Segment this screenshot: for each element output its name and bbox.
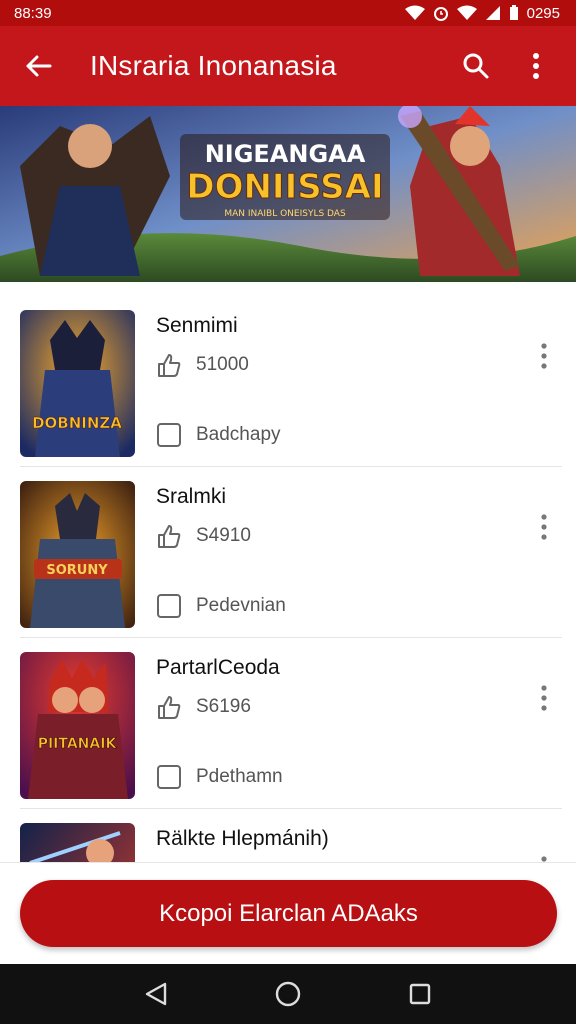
game-thumbnail: PIITANAIK xyxy=(20,652,135,799)
status-time: 88:39 xyxy=(14,4,52,22)
item-title: Senmimi xyxy=(156,314,238,337)
overflow-menu-button[interactable] xyxy=(514,44,558,88)
app-bar: INsraria Inonanasia xyxy=(0,26,576,106)
item-tag: Badchapy xyxy=(156,422,281,448)
nav-recents-button[interactable] xyxy=(400,974,440,1014)
nav-home-button[interactable] xyxy=(268,974,308,1014)
app-title: INsraria Inonanasia xyxy=(90,50,337,81)
thumbnail-text: PIITANAIK xyxy=(38,736,118,752)
like-icon[interactable] xyxy=(156,694,182,720)
item-stat-value: S6196 xyxy=(196,696,251,717)
search-button[interactable] xyxy=(454,44,498,88)
home-circle-icon xyxy=(275,981,301,1007)
status-bar: 88:39 0295 xyxy=(0,0,576,26)
game-thumbnail: SORUNY xyxy=(20,481,135,628)
item-tag-label: Pedevnian xyxy=(196,595,286,616)
item-stat-value: S4910 xyxy=(196,525,251,546)
banner-title-main: DONIISSAI xyxy=(186,167,383,207)
checkbox-icon[interactable] xyxy=(156,422,182,448)
primary-action-button[interactable]: Kcopoi Elarclan ADAaks xyxy=(20,880,557,947)
item-stat: S4910 xyxy=(156,523,251,549)
item-stat: 51000 xyxy=(156,352,249,378)
item-stat-value: 51000 xyxy=(196,354,249,375)
item-title: Sralmki xyxy=(156,485,227,508)
recents-square-icon xyxy=(409,983,431,1005)
back-triangle-icon xyxy=(145,982,167,1006)
item-title: PartarlCeoda xyxy=(156,656,280,679)
thumbnail-text: SORUNY xyxy=(46,563,108,578)
cell-signal-icon xyxy=(485,6,500,20)
item-tag-label: Badchapy xyxy=(196,424,281,445)
list-item[interactable]: SORUNY Sralmki S4910 Pedevnian xyxy=(20,467,562,638)
game-list: DOBNINZA Senmimi 51000 Badchapy SORUNY S… xyxy=(0,296,576,862)
banner-title-top: NIGEANGAA xyxy=(205,140,366,168)
nav-back-button[interactable] xyxy=(136,974,176,1014)
item-title: Rälkte Hlepmánih) xyxy=(156,827,329,850)
more-vert-icon xyxy=(541,343,547,369)
list-item[interactable]: Rälkte Hlepmánih) xyxy=(20,809,562,862)
wifi-icon xyxy=(404,5,425,20)
item-tag: Pdethamn xyxy=(156,764,283,790)
checkbox-icon[interactable] xyxy=(156,593,182,619)
checkbox-icon[interactable] xyxy=(156,764,182,790)
back-arrow-icon xyxy=(26,55,52,77)
game-thumbnail: DOBNINZA xyxy=(20,310,135,457)
like-icon[interactable] xyxy=(156,352,182,378)
item-overflow-button[interactable] xyxy=(532,853,556,862)
system-nav-bar xyxy=(0,964,576,1024)
alarm-icon xyxy=(433,7,448,21)
status-icons: 0295 xyxy=(404,4,560,22)
game-thumbnail xyxy=(20,823,135,862)
list-item[interactable]: DOBNINZA Senmimi 51000 Badchapy xyxy=(20,296,562,467)
like-icon[interactable] xyxy=(156,523,182,549)
back-button[interactable] xyxy=(18,46,58,86)
item-overflow-button[interactable] xyxy=(532,682,556,714)
thumbnail-text: DOBNINZA xyxy=(32,414,122,432)
signal-icon xyxy=(456,5,477,20)
item-tag-label: Pdethamn xyxy=(196,766,283,787)
item-overflow-button[interactable] xyxy=(532,511,556,543)
item-tag: Pedevnian xyxy=(156,593,286,619)
banner-subtitle: MAN INAIBL ONEISYLS DAS xyxy=(224,209,346,219)
promo-banner[interactable]: NIGEANGAA DONIISSAI MAN INAIBL ONEISYLS … xyxy=(0,106,576,282)
item-stat: S6196 xyxy=(156,694,251,720)
banner-artwork: NIGEANGAA DONIISSAI MAN INAIBL ONEISYLS … xyxy=(0,106,576,282)
status-right-text: 0295 xyxy=(526,4,560,22)
battery-icon xyxy=(509,5,518,20)
more-vert-icon xyxy=(541,514,547,540)
item-overflow-button[interactable] xyxy=(532,340,556,372)
more-vert-icon xyxy=(533,53,539,79)
bottom-action-area: Kcopoi Elarclan ADAaks xyxy=(0,862,576,964)
more-vert-icon xyxy=(541,685,547,711)
search-icon xyxy=(463,53,489,79)
list-item[interactable]: PIITANAIK PartarlCeoda S6196 Pdethamn xyxy=(20,638,562,809)
